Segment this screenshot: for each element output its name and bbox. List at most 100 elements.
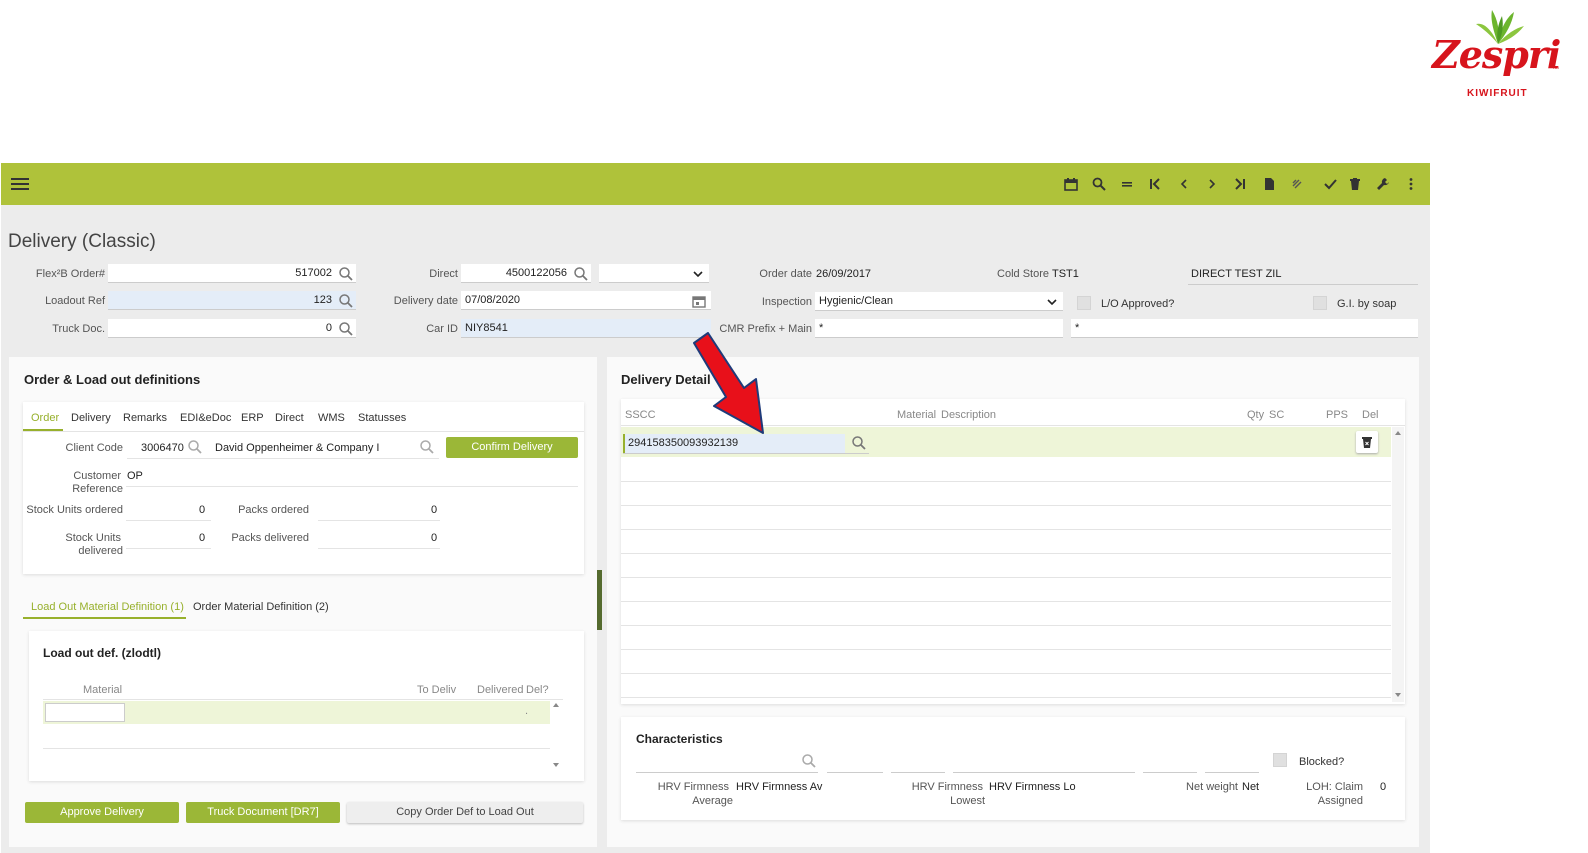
stock-ordered-label: Stock Units ordered xyxy=(26,504,123,516)
tab-statusses[interactable]: Statusses xyxy=(358,412,406,424)
loh-value[interactable]: 0 xyxy=(1380,781,1386,793)
tab-remarks[interactable]: Remarks xyxy=(123,412,167,424)
packs-ordered-label: Packs ordered xyxy=(238,504,309,516)
tabs-divider xyxy=(23,431,584,432)
chevron-down-icon[interactable] xyxy=(693,269,703,279)
tab-wms[interactable]: WMS xyxy=(318,412,345,424)
menu-icon[interactable] xyxy=(11,176,29,192)
customer-ref-label-1: Customer xyxy=(73,470,121,482)
stock-delivered-value[interactable]: 0 xyxy=(199,532,205,544)
truck-doc-search-icon[interactable] xyxy=(338,321,354,337)
document-icon[interactable] xyxy=(1260,175,1278,193)
annotation-arrow-icon xyxy=(693,332,764,434)
truck-doc-input[interactable]: 0 xyxy=(108,319,356,338)
inspection-select[interactable]: Hygienic/Clean xyxy=(815,292,1063,311)
scroll-up-icon[interactable] xyxy=(1392,429,1404,437)
row-divider xyxy=(621,577,1391,578)
calendar-icon[interactable] xyxy=(692,294,706,308)
sscc-input[interactable]: 294158350093932139 xyxy=(623,434,845,453)
equals-icon[interactable] xyxy=(1118,175,1136,193)
copy-order-def-button[interactable]: Copy Order Def to Load Out xyxy=(347,802,583,823)
net-weight-value[interactable]: Net xyxy=(1242,781,1259,793)
cmr-prefix-input[interactable]: * xyxy=(815,319,1063,338)
client-code-value[interactable]: 3006470 xyxy=(141,442,184,454)
more-vertical-icon[interactable] xyxy=(1402,175,1420,193)
flex-order-search-icon[interactable] xyxy=(338,266,354,282)
order-loadout-title: Order & Load out definitions xyxy=(24,372,201,387)
tab-delivery[interactable]: Delivery xyxy=(71,412,111,424)
tab-edi-edoc[interactable]: EDI&eDoc xyxy=(180,412,231,424)
tab-loadout-material-def[interactable]: Load Out Material Definition (1) xyxy=(31,601,184,613)
cmr-main-input[interactable]: * xyxy=(1071,319,1418,338)
direct-label: Direct xyxy=(429,268,458,280)
table-row[interactable]: . xyxy=(43,701,550,724)
char-field-1[interactable] xyxy=(636,772,818,773)
scroll-up-icon[interactable] xyxy=(551,701,561,709)
hrv-low-value[interactable]: HRV Firmness Lo xyxy=(989,781,1076,793)
car-id-input[interactable]: NIY8541 xyxy=(461,319,711,338)
char-search-icon[interactable] xyxy=(801,753,817,769)
tab-order-material-def[interactable]: Order Material Definition (2) xyxy=(193,601,329,613)
blocked-checkbox[interactable] xyxy=(1273,753,1287,767)
scroll-down-icon[interactable] xyxy=(1392,691,1404,699)
truck-document-button[interactable]: Truck Document [DR7] xyxy=(186,802,340,823)
logo-trademark: ™ xyxy=(1552,66,1559,73)
sscc-search-icon[interactable] xyxy=(851,435,867,451)
row-divider xyxy=(621,481,1391,482)
lo-approved-label: L/O Approved? xyxy=(1101,298,1175,310)
client-name-value[interactable]: David Oppenheimer & Company I xyxy=(215,442,379,454)
next-icon[interactable] xyxy=(1203,175,1221,193)
previous-icon[interactable] xyxy=(1175,175,1193,193)
wrench-icon[interactable] xyxy=(1374,175,1392,193)
stock-delivered-label-2: delivered xyxy=(78,545,123,557)
search-icon[interactable] xyxy=(1090,175,1108,193)
char-field-5[interactable] xyxy=(1143,772,1197,773)
scroll-down-icon[interactable] xyxy=(551,761,561,769)
cold-store-underline xyxy=(1188,284,1418,285)
sscc-underline xyxy=(623,453,869,454)
chevron-down-icon[interactable] xyxy=(1047,297,1057,307)
stock-ordered-underline xyxy=(126,520,211,521)
last-record-icon[interactable] xyxy=(1231,175,1249,193)
client-code-search-icon[interactable] xyxy=(187,439,203,455)
packs-ordered-value[interactable]: 0 xyxy=(431,504,437,516)
tab-erp[interactable]: ERP xyxy=(241,412,264,424)
stock-ordered-value[interactable]: 0 xyxy=(199,504,205,516)
clear-filter-icon[interactable] xyxy=(1288,175,1306,193)
approve-delivery-button[interactable]: Approve Delivery xyxy=(25,802,179,823)
client-name-search-icon[interactable] xyxy=(419,439,435,455)
scrollbar-vertical[interactable] xyxy=(551,701,561,771)
packs-ordered-underline xyxy=(318,520,440,521)
scrollbar-vertical[interactable] xyxy=(1392,427,1404,702)
char-field-6[interactable] xyxy=(1205,772,1259,773)
confirm-delivery-button[interactable]: Confirm Delivery xyxy=(446,437,578,458)
flex-order-input[interactable]: 517002 xyxy=(108,264,356,283)
delete-row-button[interactable] xyxy=(1356,431,1378,453)
hrv-avg-value[interactable]: HRV Firmness Av xyxy=(736,781,822,793)
stock-delivered-label-1: Stock Units xyxy=(65,532,121,544)
material-cell-input[interactable] xyxy=(45,703,125,722)
panel-splitter[interactable] xyxy=(597,570,602,630)
row-divider xyxy=(43,748,550,749)
tab-loadout-underline xyxy=(23,617,186,619)
calendar-icon[interactable] xyxy=(1062,175,1080,193)
gi-soap-checkbox[interactable] xyxy=(1313,296,1327,310)
packs-delivered-value[interactable]: 0 xyxy=(431,532,437,544)
char-field-4[interactable] xyxy=(953,772,1135,773)
delete-icon[interactable] xyxy=(1346,175,1364,193)
first-record-icon[interactable] xyxy=(1146,175,1164,193)
tab-order[interactable]: Order xyxy=(31,412,59,424)
tab-direct[interactable]: Direct xyxy=(275,412,304,424)
customer-ref-value[interactable]: OP xyxy=(127,470,143,482)
check-icon[interactable] xyxy=(1321,175,1339,193)
direct-input[interactable]: 4500122056 xyxy=(461,264,591,283)
char-field-3[interactable] xyxy=(891,772,945,773)
direct-search-icon[interactable] xyxy=(573,266,589,282)
char-field-2[interactable] xyxy=(827,772,883,773)
loadout-ref-search-icon[interactable] xyxy=(338,293,354,309)
lo-approved-checkbox[interactable] xyxy=(1077,296,1091,310)
col-qty: Qty xyxy=(1247,409,1265,421)
delivery-date-input[interactable]: 07/08/2020 xyxy=(461,291,711,310)
loadout-ref-input[interactable]: 123 xyxy=(108,291,356,310)
loadout-ref-label: Loadout Ref xyxy=(45,295,105,307)
